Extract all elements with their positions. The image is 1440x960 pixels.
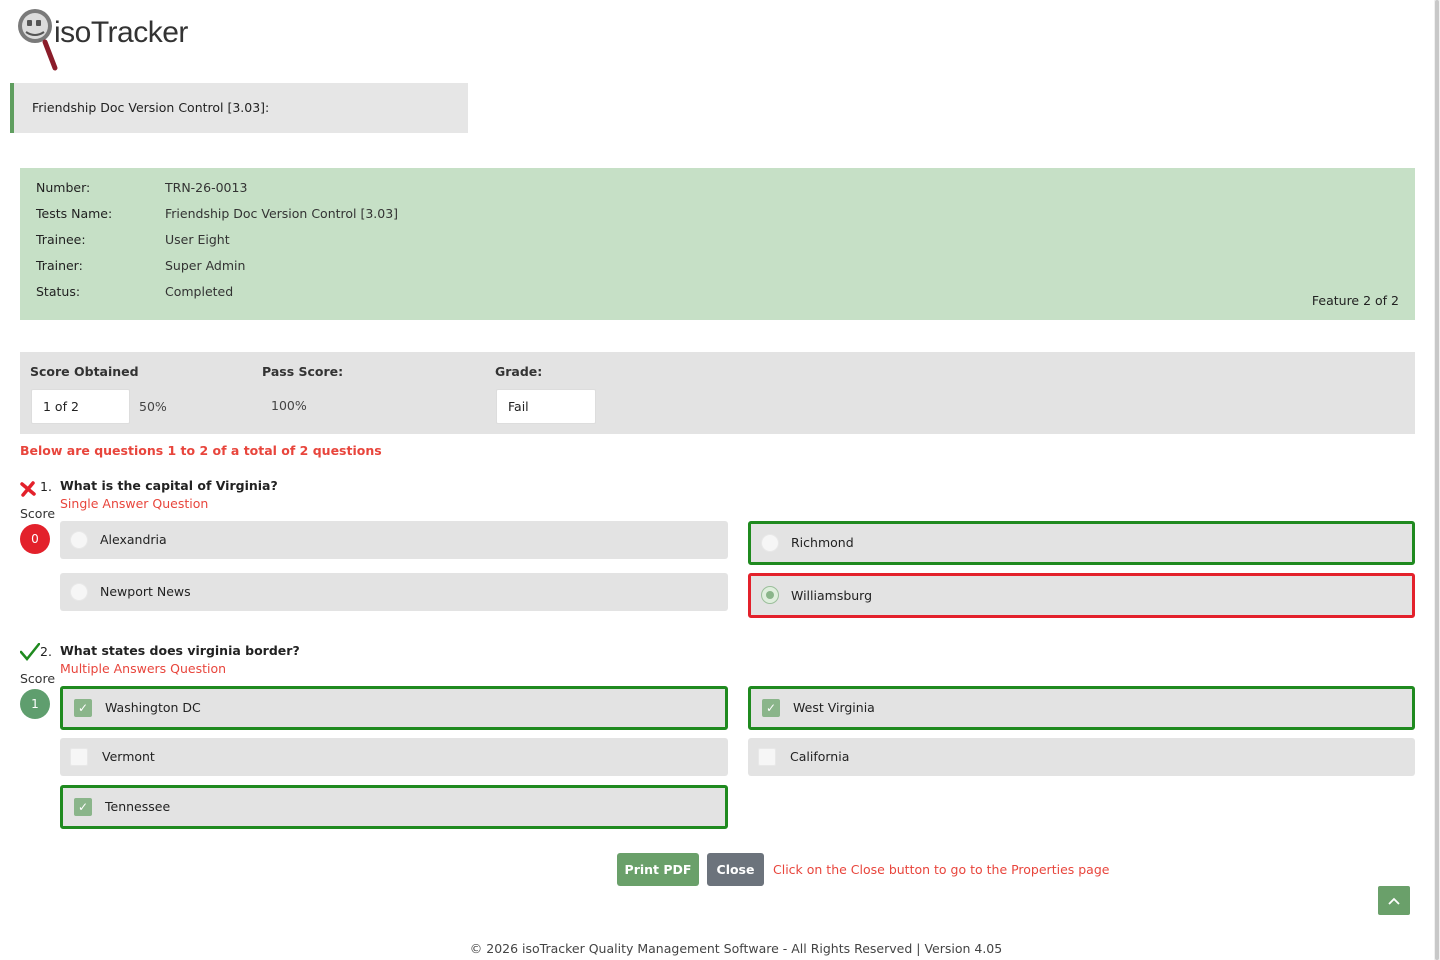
radio-button[interactable] [70, 583, 88, 601]
test-title-box: Friendship Doc Version Control [3.03]: [10, 83, 468, 133]
answer-option[interactable]: Alexandria [60, 521, 728, 559]
radio-button-selected[interactable] [761, 586, 779, 604]
info-value: Super Admin [165, 258, 246, 273]
info-label: Status: [36, 284, 81, 299]
answer-label: Richmond [791, 535, 854, 550]
score-panel: Score Obtained 1 of 2 50% Pass Score: 10… [20, 352, 1415, 434]
answer-label: Washington DC [105, 700, 201, 715]
score-obtained-field: 1 of 2 [31, 389, 130, 424]
info-label: Tests Name: [36, 206, 113, 221]
close-hint: Click on the Close button to go to the P… [773, 862, 1110, 877]
footer: © 2026 isoTracker Quality Management Sof… [0, 941, 1440, 956]
test-title: Friendship Doc Version Control [3.03]: [32, 100, 270, 115]
answer-label: Tennessee [105, 799, 171, 814]
radio-button[interactable] [70, 531, 88, 549]
scroll-to-top-button[interactable] [1378, 886, 1410, 915]
answer-option-correct[interactable]: Richmond [748, 521, 1415, 565]
info-label: Trainee: [36, 232, 86, 247]
answer-label: Newport News [100, 584, 191, 599]
answer-label: Vermont [102, 749, 155, 764]
answer-option-correct[interactable]: ✓ Washington DC [60, 686, 728, 730]
info-value: Friendship Doc Version Control [3.03] [165, 206, 399, 221]
scrollbar-thumb[interactable] [1435, 0, 1439, 960]
feature-counter: Feature 2 of 2 [1311, 293, 1399, 308]
checkbox-checked[interactable]: ✓ [74, 699, 92, 717]
answer-option-wrong[interactable]: Williamsburg [748, 573, 1415, 618]
answer-label: West Virginia [793, 700, 875, 715]
print-pdf-button[interactable]: Print PDF [617, 853, 699, 886]
checkbox-checked[interactable]: ✓ [762, 699, 780, 717]
pass-score-label: Pass Score: [262, 364, 344, 379]
questions-summary: Below are questions 1 to 2 of a total of… [20, 443, 382, 458]
checkbox[interactable] [758, 748, 776, 766]
info-value: TRN-26-0013 [165, 180, 248, 195]
grade-label: Grade: [495, 364, 543, 379]
question-type: Single Answer Question [60, 496, 209, 511]
question-number: 1. [40, 479, 52, 494]
radio-button[interactable] [761, 534, 779, 552]
close-button[interactable]: Close [707, 853, 764, 886]
logo-text: isoTracker [54, 16, 188, 49]
info-label: Number: [36, 180, 91, 195]
logo: isoTracker [14, 6, 194, 72]
pass-score-value: 100% [271, 398, 307, 413]
score-obtained-label: Score Obtained [30, 364, 139, 379]
answer-label: Williamsburg [791, 588, 873, 603]
answer-option[interactable]: California [748, 738, 1415, 776]
answer-option[interactable]: Vermont [60, 738, 728, 776]
question-text: What states does virginia border? [60, 643, 300, 658]
chevron-up-icon [1388, 897, 1400, 905]
question-text: What is the capital of Virginia? [60, 478, 278, 493]
question-number: 2. [40, 644, 52, 659]
info-value: User Eight [165, 232, 230, 247]
score-percent: 50% [139, 399, 167, 414]
footer-copyright: © 2026 isoTracker Quality Management Sof… [469, 941, 1003, 956]
score-badge: 1 [20, 689, 50, 719]
answer-option[interactable]: Newport News [60, 573, 728, 611]
answer-label: Alexandria [100, 532, 167, 547]
answer-option-correct[interactable]: ✓ Tennessee [60, 785, 728, 829]
score-badge: 0 [20, 524, 50, 554]
info-label: Trainer: [36, 258, 83, 273]
checkbox-checked[interactable]: ✓ [74, 798, 92, 816]
answer-option-correct[interactable]: ✓ West Virginia [748, 686, 1415, 730]
correct-check-icon [20, 643, 40, 661]
grade-field: Fail [496, 389, 596, 424]
info-value: Completed [165, 284, 234, 299]
score-caption: Score [20, 506, 56, 521]
answer-label: California [790, 749, 850, 764]
wrong-x-icon [20, 481, 36, 497]
checkbox[interactable] [70, 748, 88, 766]
scrollbar[interactable] [1434, 0, 1440, 960]
score-caption: Score [20, 671, 56, 686]
test-info-panel: Number: TRN-26-0013 Tests Name: Friendsh… [20, 168, 1415, 320]
question-type: Multiple Answers Question [60, 661, 227, 676]
